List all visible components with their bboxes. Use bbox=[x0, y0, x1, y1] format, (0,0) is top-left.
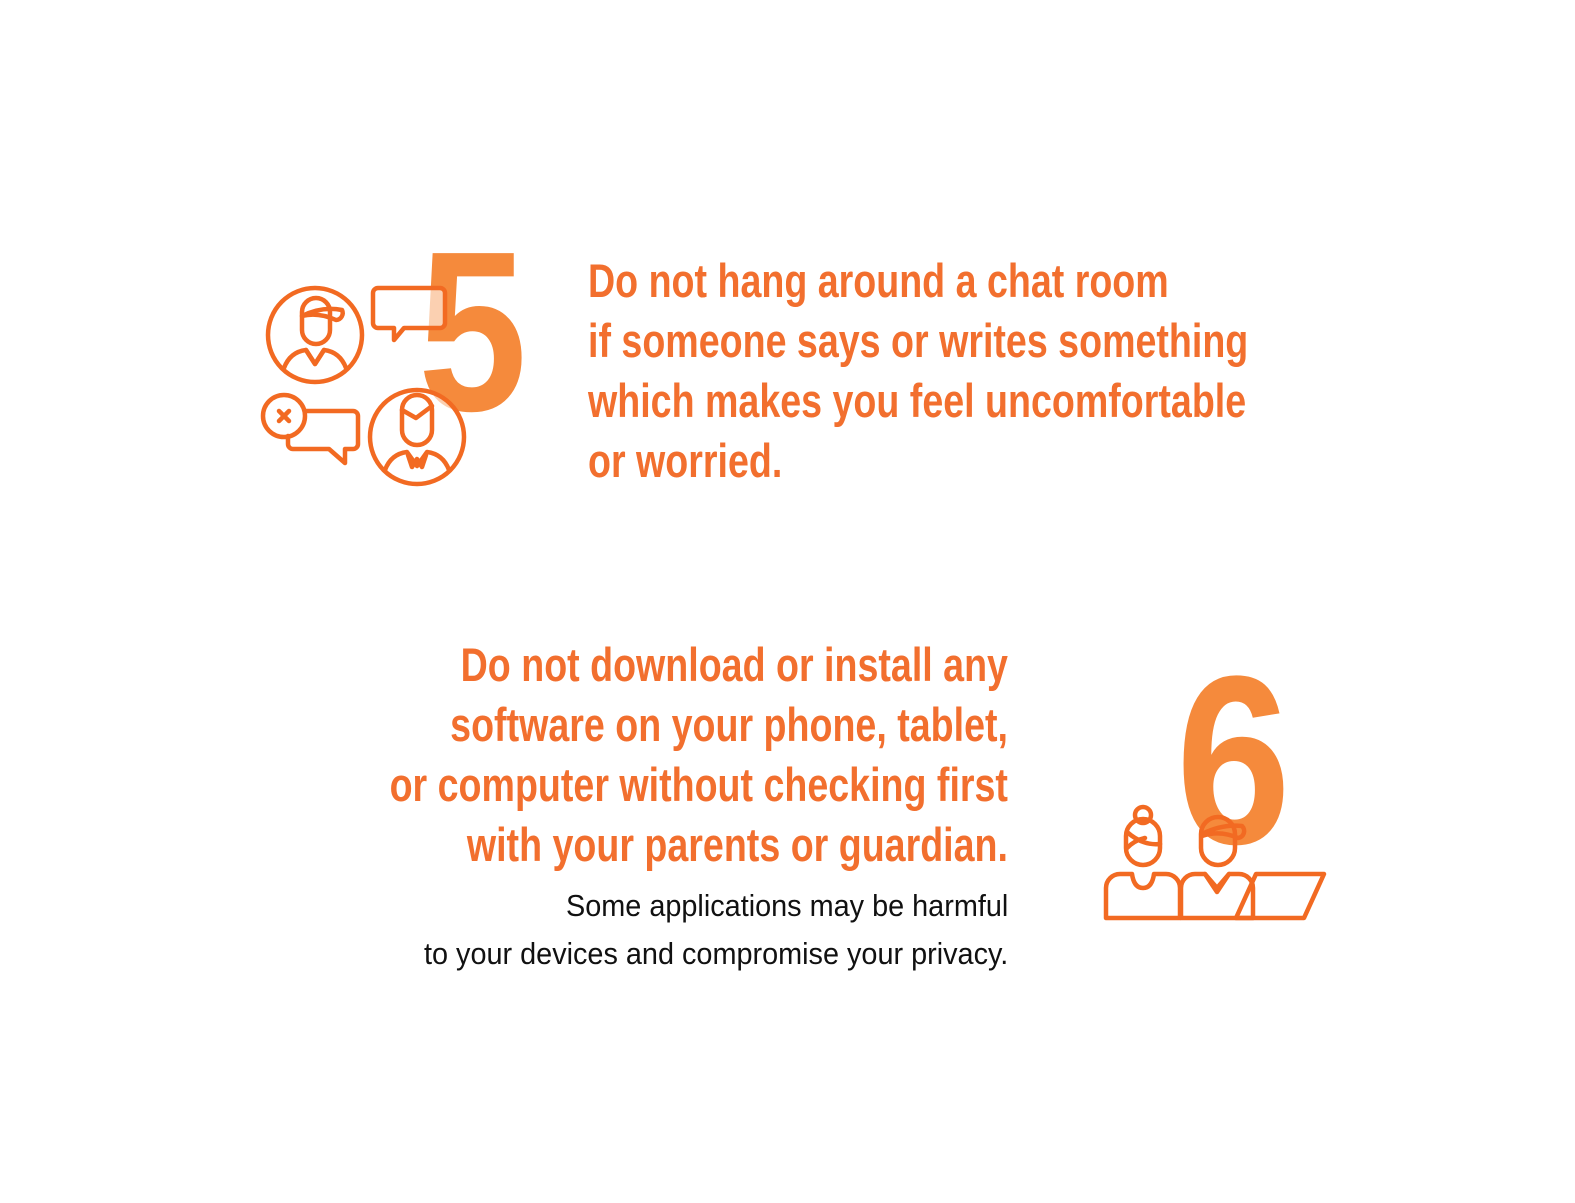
parents-laptop-icon bbox=[1103, 804, 1327, 921]
